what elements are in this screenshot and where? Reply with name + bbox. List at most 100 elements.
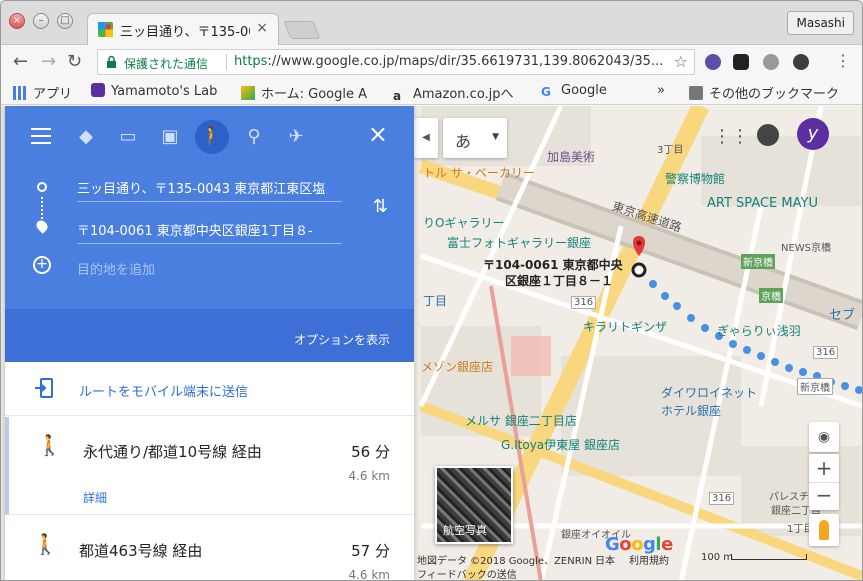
feedback-link[interactable]: フィードバックの送信 (417, 566, 517, 580)
route-option[interactable]: 🚶 永代通り/都道10号線 経由 56 分 4.6 km 詳細 (5, 417, 414, 515)
route-shield: 316 (813, 346, 839, 359)
close-directions-icon[interactable]: × (368, 120, 388, 148)
back-arrow-icon[interactable]: ← (13, 51, 28, 72)
map-label[interactable]: G.Itoya伊東屋 銀座店 (501, 436, 620, 453)
bookmark-google[interactable]: G Google (541, 83, 607, 99)
bookmark-google-drive[interactable]: ホーム: Google A (241, 83, 367, 102)
map-canvas[interactable]: 加島美術 3丁目 警察博物館 ART SPACE MAYU トル サ・ベーカリー… (1, 106, 862, 580)
directions-mode-icon[interactable]: ◆ (69, 120, 103, 154)
map-region[interactable]: 日本 (595, 552, 615, 567)
walking-icon[interactable]: 🚶 (195, 120, 229, 154)
profile-button[interactable]: Masashi (787, 11, 854, 35)
transit-icon[interactable]: ▣ (153, 120, 187, 154)
bookmark-label: Amazon.co.jpへ (413, 87, 514, 102)
satellite-toggle[interactable]: 航空写真 (435, 466, 513, 544)
directions-panel: ◆ ▭ ▣ 🚶 ⚲ ✈ × 三ッ目通り、〒135-0043 東京都江東区塩 〒1… (5, 106, 414, 580)
map-label[interactable]: ART SPACE MAYU (707, 196, 818, 211)
map-label[interactable]: ホテル銀座 (661, 402, 721, 419)
map-label: 丁目 (423, 294, 448, 308)
map-label: 3丁目 (657, 145, 684, 156)
map-label[interactable]: キラリトギンザ (583, 318, 667, 335)
collapse-panel-button[interactable]: ◀ (414, 118, 438, 158)
send-to-mobile-label: ルートをモバイル端末に送信 (79, 385, 249, 400)
route-name: 永代通り/都道10号線 経由 (83, 443, 262, 461)
amazon-icon: a (393, 89, 402, 103)
extension-icon[interactable] (763, 54, 779, 70)
tab-close-button[interactable]: × (256, 20, 268, 36)
window-maximize-button[interactable]: □ (57, 13, 73, 29)
apps-grid-icon[interactable]: ⋮⋮ (713, 126, 749, 147)
map-label[interactable]: ダイワロイネット (661, 384, 757, 401)
add-destination-input[interactable]: 目的地を追加 (77, 259, 342, 282)
map-label[interactable]: 警察博物館 (665, 170, 725, 187)
evernote-icon[interactable] (793, 54, 809, 70)
secure-label: 保護された通信 (124, 57, 209, 71)
map-label: セブ (829, 308, 856, 323)
tab-google-maps[interactable]: 三ッ目通り、〒135-0043 × (87, 13, 279, 45)
ime-toggle[interactable]: あ ▼ (443, 118, 507, 158)
menu-icon[interactable]: ⋮ (835, 51, 851, 70)
scale-label[interactable]: 100 m (701, 552, 733, 563)
map-label[interactable]: 富士フォトギャラリー銀座 (447, 234, 591, 251)
bookmark-star-icon[interactable]: ☆ (674, 52, 688, 71)
bookmark-yamamoto[interactable]: Yamamoto's Lab (91, 83, 217, 99)
bookmark-label: Yamamoto's Lab (111, 84, 218, 99)
destination-label-line1: 〒104-0061 東京都中央 (483, 258, 623, 272)
map-label[interactable]: りOギャラリー (423, 214, 504, 231)
bookmark-amazon[interactable]: a Amazon.co.jpへ (393, 83, 514, 103)
extension-icon[interactable] (705, 54, 721, 70)
send-to-mobile[interactable]: ルートをモバイル端末に送信 (5, 362, 414, 416)
walking-icon: 🚶 (33, 532, 58, 556)
bookmark-label: その他のブックマーク (709, 87, 840, 102)
new-tab-button[interactable] (283, 21, 321, 39)
google-maps-favicon-icon (98, 22, 113, 37)
car-icon[interactable]: ▭ (111, 120, 145, 154)
route-detail-link[interactable]: 詳細 (83, 489, 107, 506)
pegman-icon[interactable] (809, 514, 839, 546)
map-label: 京橋 (759, 288, 783, 303)
swap-icon[interactable]: ⇅ (373, 196, 388, 217)
destination-input[interactable]: 〒104-0061 東京都中央区銀座1丁目８- (77, 220, 342, 244)
add-destination-icon[interactable]: + (33, 256, 51, 274)
map-label[interactable]: ぎゃらりぃ浅羽 (717, 322, 801, 339)
cloud-download-icon[interactable] (733, 54, 749, 70)
zoom-out-button[interactable]: − (809, 482, 839, 510)
map-label[interactable]: メゾン銀座店 (421, 358, 493, 375)
avatar[interactable]: y (797, 118, 829, 150)
map-label[interactable]: メルサ 銀座二丁目店 (465, 412, 577, 429)
bookmarks-overflow-button[interactable]: » (657, 83, 665, 98)
send-to-device-icon (35, 378, 53, 398)
destination-label-line2: 区銀座１丁目８－１ (505, 274, 614, 288)
url-text: https://www.google.co.jp/maps/dir/35.661… (234, 54, 664, 69)
route-time: 57 分 (351, 542, 390, 560)
bicycle-icon[interactable]: ⚲ (237, 120, 271, 154)
origin-input[interactable]: 三ッ目通り、〒135-0043 東京都江東区塩 (77, 178, 342, 202)
route-option[interactable]: 🚶 都道463号線 経由 57 分 4.6 km (5, 516, 414, 580)
map-copyright: 地図データ ©2018 Google、ZENRIN (417, 556, 593, 567)
show-options-link[interactable]: オプションを表示 (294, 331, 390, 348)
zoom-in-button[interactable]: + (809, 454, 839, 482)
map-label[interactable]: トル サ・ベーカリー (423, 164, 535, 181)
google-g-icon: G (541, 85, 551, 99)
map-label[interactable]: 加島美術 (547, 148, 595, 165)
walking-icon: 🚶 (37, 433, 62, 457)
forward-arrow-icon[interactable]: → (41, 51, 56, 72)
flight-icon[interactable]: ✈ (279, 120, 313, 154)
map-label: 新京橋 (797, 378, 833, 395)
window-close-button[interactable]: × (9, 13, 25, 29)
directions-header: ◆ ▭ ▣ 🚶 ⚲ ✈ × 三ッ目通り、〒135-0043 東京都江東区塩 〒1… (5, 106, 414, 362)
window-minimize-button[interactable]: – (33, 13, 49, 29)
terms-link[interactable]: 利用規約 (629, 552, 669, 567)
bookmark-apps[interactable]: アプリ (13, 83, 72, 102)
bookmark-other[interactable]: その他のブックマーク (689, 83, 839, 102)
reload-icon[interactable]: ↻ (67, 51, 82, 72)
destination-pin-icon (34, 218, 50, 234)
address-bar[interactable]: 保護された通信 https://www.google.co.jp/maps/di… (97, 49, 695, 75)
notifications-icon[interactable] (757, 124, 779, 146)
tab-title: 三ッ目通り、〒135-0043 (120, 25, 250, 40)
bookmark-label: Google (561, 83, 607, 98)
my-location-button[interactable]: ◉ (809, 422, 839, 452)
tab-strip: × – □ 三ッ目通り、〒135-0043 × Masashi (1, 1, 862, 45)
bookmarks-bar: アプリ Yamamoto's Lab ホーム: Google A a Amazon… (1, 79, 862, 105)
map-label: 新京橋 (741, 254, 775, 269)
